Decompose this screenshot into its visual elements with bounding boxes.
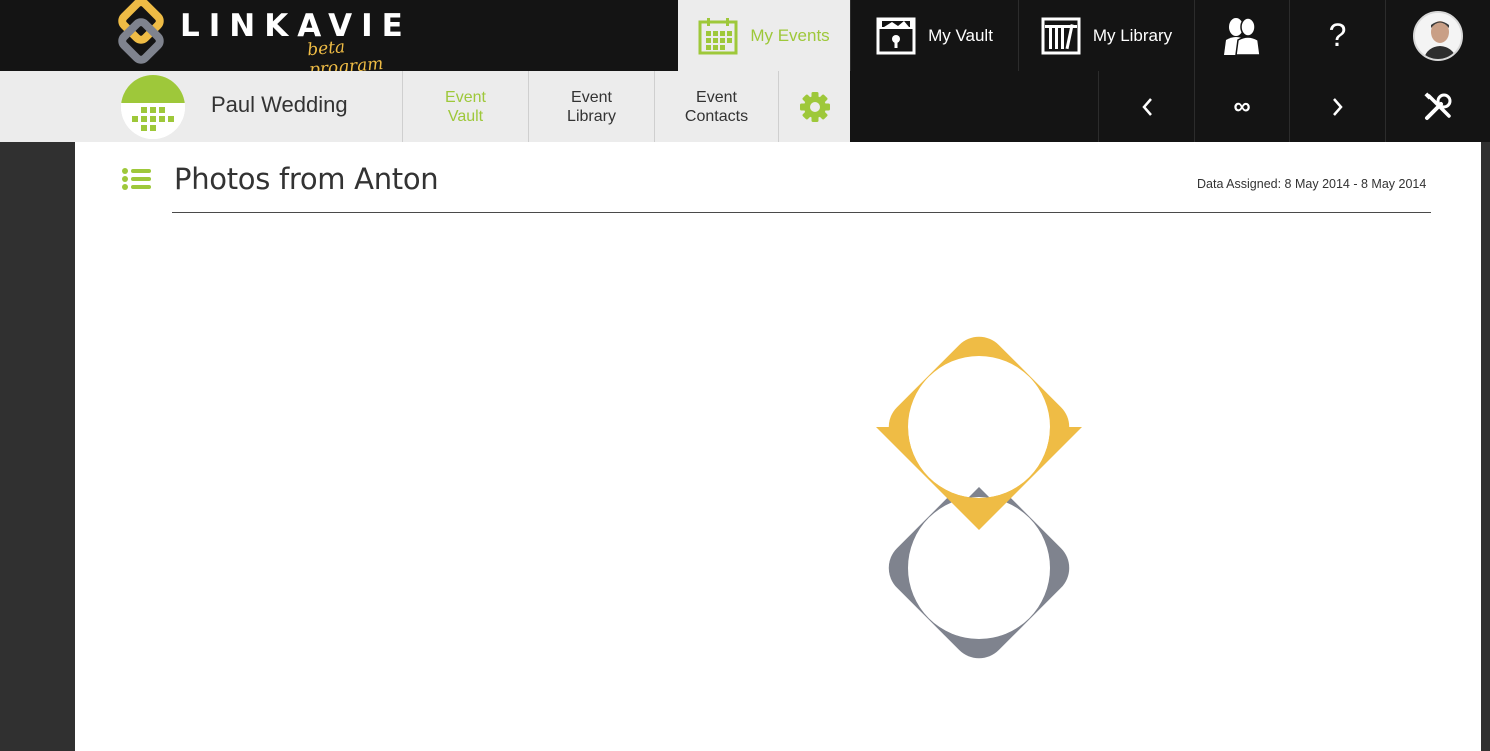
nav-my-events-label: My Events: [750, 25, 830, 45]
nav-help[interactable]: ?: [1289, 0, 1385, 71]
event-title: Paul Wedding: [211, 92, 348, 117]
nav-my-vault-label: My Vault: [928, 25, 993, 45]
chevron-right-icon: [1332, 97, 1343, 116]
event-settings-button[interactable]: [778, 71, 850, 142]
chevron-left-icon: [1141, 97, 1152, 116]
linkavie-loading-icon: [876, 336, 1082, 659]
gear-icon: [799, 91, 830, 122]
tab-event-contacts-line1: Event: [696, 88, 737, 106]
nav-my-library-label: My Library: [1092, 25, 1173, 45]
tab-event-vault-line2: Vault: [447, 107, 484, 125]
event-calendar-icon: [121, 75, 185, 139]
vault-icon: [876, 17, 916, 54]
scrollbar-track[interactable]: [1481, 142, 1490, 751]
nav-my-vault[interactable]: My Vault: [850, 0, 1018, 71]
linkavie-logo[interactable]: LINKAVIE beta program: [118, 0, 408, 80]
tab-event-contacts[interactable]: Event Contacts: [654, 71, 778, 142]
calendar-icon: [698, 17, 738, 54]
date-assigned: Data Assigned: 8 May 2014 - 8 May 2014: [1197, 177, 1427, 191]
user-photo-icon: [1415, 12, 1461, 59]
library-icon: [1041, 17, 1081, 54]
tab-event-library-line1: Event: [571, 88, 612, 106]
tab-event-library[interactable]: Event Library: [528, 71, 654, 142]
logo-mark-icon: [118, 0, 164, 64]
list-view-icon: [122, 168, 151, 190]
nav-my-library[interactable]: My Library: [1018, 0, 1194, 71]
list-icon[interactable]: [122, 168, 152, 190]
title-divider: [172, 212, 1431, 213]
avatar: [1413, 10, 1463, 61]
prev-button[interactable]: [1098, 71, 1194, 142]
loading-logo: [838, 286, 1120, 710]
tools-icon: [1424, 91, 1452, 120]
people-icon: [1224, 16, 1261, 56]
help-icon: ?: [1328, 17, 1347, 53]
content-panel: [75, 142, 1481, 751]
infinity-icon: ∞: [1233, 92, 1251, 120]
event-avatar[interactable]: [121, 75, 185, 139]
tab-event-library-line2: Library: [567, 107, 616, 125]
tab-event-vault-line1: Event: [445, 88, 486, 106]
nav-my-events[interactable]: My Events: [678, 0, 850, 71]
page-title: Photos from Anton: [174, 162, 439, 196]
nav-people[interactable]: [1194, 0, 1289, 71]
nav-profile[interactable]: [1385, 0, 1490, 71]
next-button[interactable]: [1289, 71, 1385, 142]
tab-event-contacts-line2: Contacts: [684, 107, 749, 125]
tab-event-vault[interactable]: Event Vault: [402, 71, 528, 142]
tools-button[interactable]: [1385, 71, 1490, 142]
loop-button[interactable]: ∞: [1194, 71, 1289, 142]
